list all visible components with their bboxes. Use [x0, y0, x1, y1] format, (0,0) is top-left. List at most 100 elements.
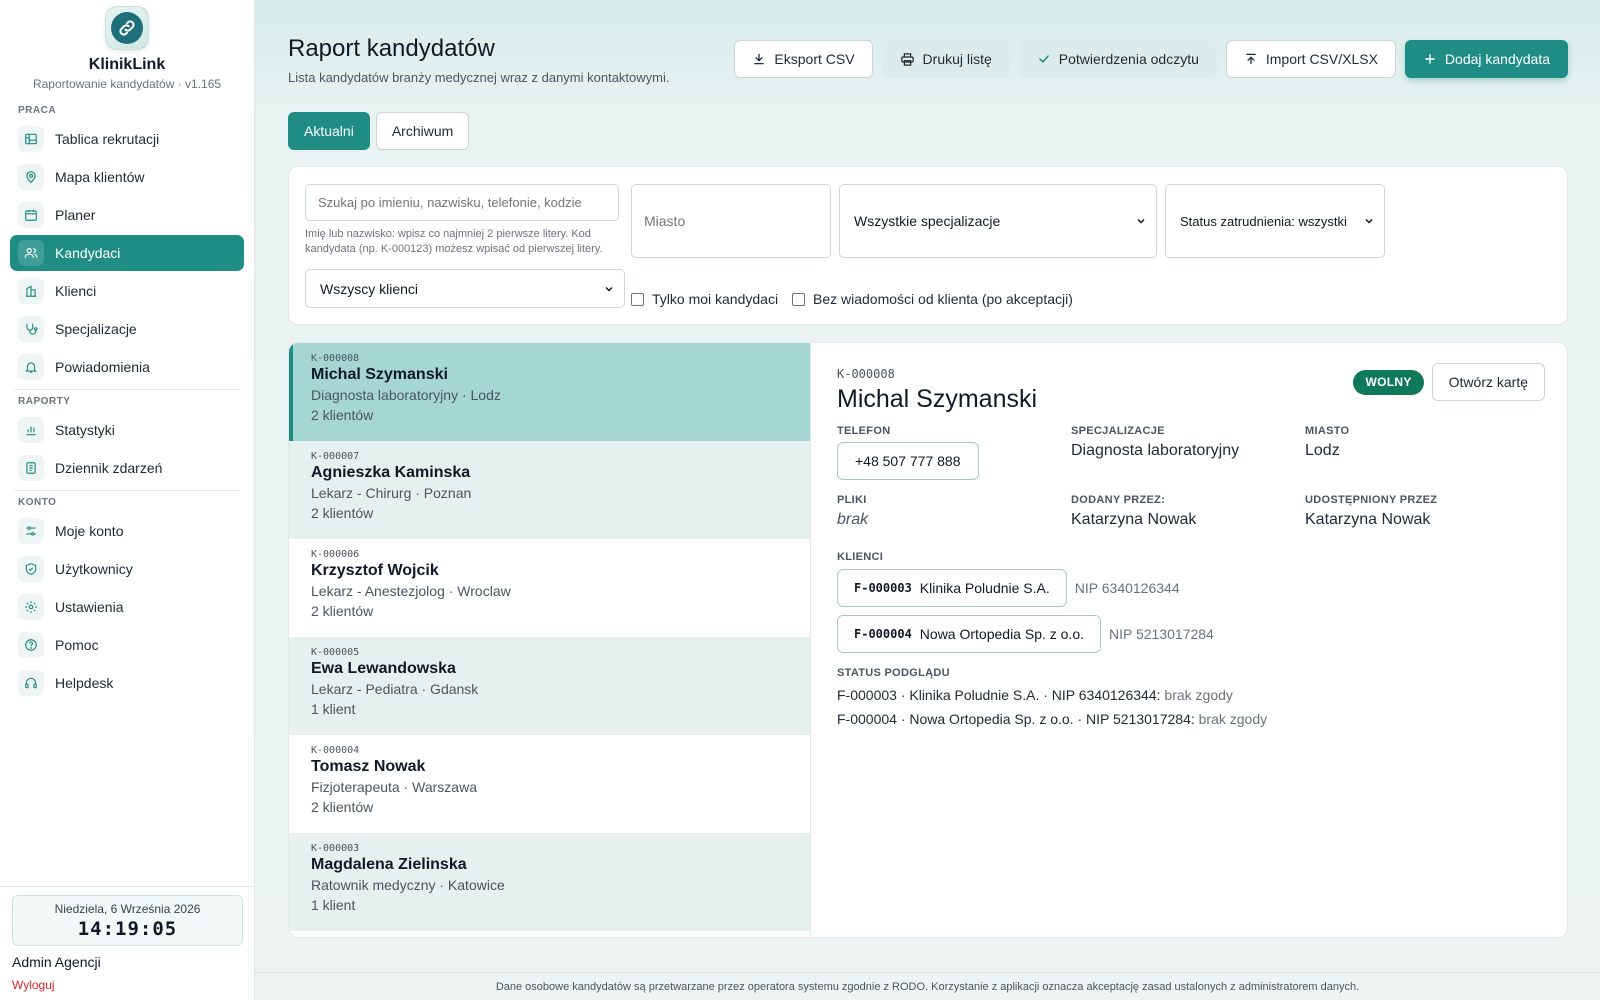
checkbox-box[interactable] [792, 292, 805, 306]
plus-icon [1423, 52, 1437, 66]
added-by-field: DODANY PRZEZ: Katarzyna Nowak [1071, 494, 1196, 529]
clock-date: Niedziela, 6 Września 2026 [54, 902, 201, 916]
sidebar-item-statystyki[interactable]: Statystyki [10, 412, 244, 448]
sidebar: KlinikLink Raportowanie kandydatów · v1.… [0, 0, 255, 1000]
add-candidate-label: Dodaj kandydata [1444, 51, 1550, 67]
clock-widget: Niedziela, 6 Września 2026 14:19:05 [12, 895, 243, 946]
read-confirmations-button[interactable]: Potwierdzenia odczytu [1018, 40, 1217, 78]
candidate-meta: Lekarz - Pediatra · Gdansk [311, 681, 479, 697]
client-chip[interactable]: F-000004 Nowa Ortopedia Sp. z o.o. [837, 615, 1101, 653]
open-card-button[interactable]: Otwórz kartę [1431, 363, 1545, 401]
sidebar-item-ustawienia[interactable]: Ustawienia [10, 589, 244, 625]
list-item[interactable]: K-000008 Michal Szymanski Diagnosta labo… [289, 343, 810, 441]
status-badge: WOLNY [1353, 369, 1424, 395]
client-name: Nowa Ortopedia Sp. z o.o. [919, 626, 1084, 642]
print-list-label: Drukuj listę [922, 51, 992, 67]
main-content: Raport kandydatów Lista kandydatów branż… [255, 0, 1600, 1000]
sidebar-item-label: Statystyki [55, 422, 115, 438]
no-message-checkbox[interactable]: Bez wiadomości od klienta (po akceptacji… [792, 291, 1073, 307]
list-item[interactable]: K-000003 Magdalena Zielinska Ratownik me… [289, 833, 810, 931]
bar-chart-icon [18, 417, 44, 443]
detail-actions: WOLNY Otwórz kartę [1353, 363, 1545, 401]
sidebar-item-kandydaci[interactable]: Kandydaci [10, 235, 244, 271]
sidebar-item-label: Moje konto [55, 523, 124, 539]
client-chip[interactable]: F-000003 Klinika Poludnie S.A. [837, 569, 1067, 607]
page-title: Raport kandydatów [288, 35, 495, 62]
client-row: F-000003 Klinika Poludnie S.A. NIP 63401… [837, 569, 1180, 607]
building-icon [18, 278, 44, 304]
sidebar-item-mapa-klientow[interactable]: Mapa klientów [10, 159, 244, 195]
candidate-meta: Lekarz - Chirurg · Poznan [311, 485, 472, 501]
add-candidate-button[interactable]: Dodaj kandydata [1404, 40, 1568, 78]
export-csv-label: Eksport CSV [774, 51, 855, 67]
candidate-client-count: 1 klient [311, 897, 356, 913]
field-label: SPECJALIZACJE [1071, 425, 1165, 437]
sidebar-item-pomoc[interactable]: Pomoc [10, 627, 244, 663]
sidebar-item-specjalizacje[interactable]: Specjalizacje [10, 311, 244, 347]
gdpr-footer: Dane osobowe kandydatów są przetwarzane … [255, 972, 1600, 1000]
candidate-name: Michal Szymanski [311, 366, 448, 383]
sidebar-item-uzytkownicy[interactable]: Użytkownicy [10, 551, 244, 587]
sidebar-item-tablica-rekrutacji[interactable]: Tablica rekrutacji [10, 121, 244, 157]
search-hint: Imię lub nazwisko: wpisz co najmniej 2 p… [305, 228, 603, 255]
city-input[interactable] [631, 184, 831, 258]
candidate-id: K-000007 [311, 451, 360, 462]
chevron-down-icon [1135, 215, 1147, 227]
files-field: PLIKI brak [837, 494, 868, 529]
sidebar-item-planer[interactable]: Planer [10, 197, 244, 233]
chevron-down-icon [603, 283, 615, 295]
city-field: MIASTO Lodz [1305, 425, 1349, 460]
field-label: UDOSTĘPNIONY PRZEZ [1305, 494, 1438, 506]
app-subtitle: Raportowanie kandydatów · v1.165 [32, 77, 222, 91]
sidebar-item-powiadomienia[interactable]: Powiadomienia [10, 349, 244, 385]
candidate-name: Magdalena Zielinska [311, 856, 467, 873]
preview-status-text: F-000003 · Klinika Poludnie S.A. · NIP 6… [837, 687, 1161, 703]
sidebar-item-label: Klienci [55, 283, 97, 299]
candidate-list: K-000008 Michal Szymanski Diagnosta labo… [289, 343, 811, 937]
tab-archiwum[interactable]: Archiwum [375, 112, 470, 150]
link-icon [111, 12, 143, 44]
specialization-select[interactable]: Wszystkie specjalizacje [839, 184, 1157, 258]
preview-status-value: brak zgody [1198, 711, 1268, 727]
candidate-client-count: 1 klient [311, 701, 356, 717]
shield-icon [18, 556, 44, 582]
checkbox-box[interactable] [631, 292, 644, 306]
employment-status-select[interactable]: Status zatrudnienia: wszystki [1165, 184, 1385, 258]
list-item[interactable]: K-000007 Agnieszka Kaminska Lekarz - Chi… [289, 441, 810, 539]
export-csv-button[interactable]: Eksport CSV [734, 40, 873, 78]
list-item[interactable]: K-000005 Ewa Lewandowska Lekarz - Pediat… [289, 637, 810, 735]
candidate-client-count: 2 klientów [311, 603, 374, 619]
app-logo [105, 6, 149, 50]
field-value: Diagnosta laboratoryjny [1071, 442, 1240, 459]
sidebar-item-klienci[interactable]: Klienci [10, 273, 244, 309]
chevron-down-icon [1363, 215, 1375, 227]
list-item[interactable]: K-000004 Tomasz Nowak Fizjoterapeuta · W… [289, 735, 810, 833]
sidebar-item-helpdesk[interactable]: Helpdesk [10, 665, 244, 701]
brand: KlinikLink Raportowanie kandydatów · v1.… [0, 0, 254, 91]
clients-select[interactable]: Wszyscy klienci [305, 269, 625, 308]
import-label: Import CSV/XLSX [1265, 51, 1378, 67]
search-input[interactable] [305, 184, 619, 221]
field-value: Katarzyna Nowak [1305, 511, 1431, 528]
candidate-name: Tomasz Nowak [311, 758, 426, 775]
logout-link[interactable]: Wyloguj [12, 978, 243, 992]
candidate-id: K-000003 [311, 843, 360, 854]
printer-icon [900, 52, 915, 67]
phone-button[interactable]: +48 507 777 888 [837, 442, 979, 480]
field-label: PLIKI [837, 494, 867, 506]
sidebar-item-dziennik-zdarzen[interactable]: Dziennik zdarzeń [10, 450, 244, 486]
sidebar-item-label: Mapa klientów [55, 169, 145, 185]
import-button[interactable]: Import CSV/XLSX [1225, 40, 1396, 78]
candidate-client-count: 2 klientów [311, 799, 374, 815]
list-item[interactable]: K-000006 Krzysztof Wojcik Lekarz - Anest… [289, 539, 810, 637]
current-user: Admin Agencji [12, 954, 101, 970]
preview-status-line: F-000004 · Nowa Ortopedia Sp. z o.o. · N… [837, 711, 1267, 727]
employment-status-value: Status zatrudnienia: wszystki [1180, 213, 1347, 229]
only-mine-checkbox[interactable]: Tylko moi kandydaci [631, 291, 778, 307]
print-list-button[interactable]: Drukuj listę [881, 40, 1010, 78]
clients-label: KLIENCI [837, 551, 884, 563]
sidebar-item-label: Użytkownicy [55, 561, 133, 577]
tab-aktualni[interactable]: Aktualni [288, 112, 370, 150]
sidebar-item-moje-konto[interactable]: Moje konto [10, 513, 244, 549]
check-icon [1037, 52, 1051, 66]
